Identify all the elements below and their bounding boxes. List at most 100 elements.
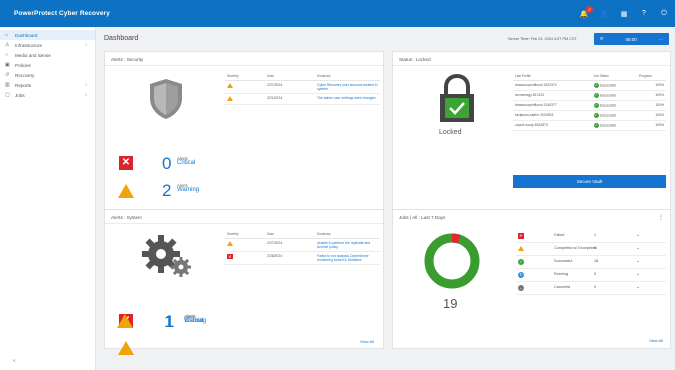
help-icon[interactable]: ?	[639, 10, 649, 17]
sidebar-item-dashboard[interactable]: ⌂ Dashboard	[0, 30, 95, 40]
table-row[interactable]: recoveragy 817423 ✓ Successful 100%	[513, 90, 666, 101]
collapse-sidebar-icon[interactable]: «	[13, 358, 16, 364]
running-icon: ↻	[518, 272, 524, 278]
sidebar-item-label: Recovery	[15, 72, 35, 78]
power-icon[interactable]: ⏻	[659, 10, 669, 18]
chevron-down-icon[interactable]: ⌄	[636, 232, 640, 238]
warning-icon	[518, 246, 524, 252]
jobs-donut-chart	[424, 233, 480, 289]
warning-count[interactable]: 2	[162, 181, 171, 201]
profile-name: drassuuoprofilzuol 1922374	[513, 80, 592, 91]
status-jobs-table: Last Profile Job Status Progress drassuuop…	[513, 72, 666, 131]
sidebar-item-policies[interactable]: ▣ Policies	[0, 60, 95, 70]
alerts-badge: 2	[586, 5, 593, 13]
shield-icon	[150, 79, 182, 119]
column-header[interactable]: Last Profile	[513, 72, 592, 81]
recovery-icon: ↺	[5, 72, 10, 78]
top-bar: PowerProtect Cyber Recovery 🔔 2 👤 ▦ ? ⏻	[0, 0, 675, 27]
job-progress: 100%	[637, 80, 666, 91]
job-status-count: 0	[594, 246, 597, 250]
table-row[interactable]: drassuuoprofilzuol 1240377 ✓ Successful 100…	[513, 100, 666, 111]
secure-vault-button[interactable]: Secure Vault	[513, 175, 666, 188]
chevron-right-icon: ›	[85, 42, 87, 48]
table-row[interactable]: 2/27/2024 Cyber Recovery user account cre…	[225, 80, 380, 94]
system-warning-label: Alerts Warning	[184, 314, 207, 324]
more-icon[interactable]: ···	[658, 37, 663, 42]
job-status-name: Canceled	[554, 285, 571, 289]
critical-icon: ✕	[518, 233, 524, 239]
system-alerts-table: Severity Date Summary 2/27/2024 Unable to p…	[225, 230, 380, 265]
sidebar-item-recovery[interactable]: ↺ Recovery	[0, 70, 95, 80]
alert-summary-link[interactable]: Cyber Recovery user account created in s…	[315, 80, 380, 94]
table-row[interactable]: 2/21/2024 The admin user settings were ch…	[225, 93, 380, 105]
table-row[interactable]: copurt-sooty 8332873 ✓ Successful 100%	[513, 120, 666, 131]
table-row[interactable]: keutpous-ealrivr 2024903 ✓ Successful 100%	[513, 110, 666, 121]
jobs-card: Jobs | All : Last 7 Days ⋮ 19 ✕ Failed 1 ⌄ C…	[392, 209, 671, 349]
card-title: Jobs | All : Last 7 Days	[399, 215, 446, 220]
chevron-down-icon[interactable]: ⌄	[636, 271, 640, 277]
job-status-name: Successful	[554, 259, 573, 263]
alert-summary-link[interactable]: The admin user settings were changed	[315, 93, 380, 105]
card-title: Alerts : System	[111, 215, 142, 220]
warning-icon	[227, 240, 233, 246]
alerts-system-card: Alerts : System ✕ 1 Alerts Critical Seve…	[104, 209, 384, 355]
card-menu-icon[interactable]: ⋮	[658, 214, 664, 221]
success-icon: ✓	[593, 112, 599, 118]
time-value: 08:00	[625, 36, 637, 42]
sidebar-item-label: Policies	[15, 62, 31, 68]
sidebar-item-media-and-sense[interactable]: ○ Media and Sense	[0, 50, 95, 60]
chevron-down-icon[interactable]: ⌄	[636, 245, 640, 251]
job-status-count: 0	[594, 285, 597, 289]
donut-success-segment[interactable]	[424, 233, 480, 289]
card-title: Alerts : Security	[111, 57, 144, 62]
table-row[interactable]: 2/27/2024 Unable to perform the replicate…	[225, 238, 380, 252]
alerts-icon[interactable]: 🔔 2	[579, 5, 593, 18]
column-header[interactable]: Date	[265, 72, 315, 81]
jobs-status-row[interactable]: ↻ Running 0 ⌄	[516, 269, 666, 282]
view-all-link[interactable]: View All	[649, 338, 663, 343]
jobs-status-row[interactable]: Completed w/ Exceptions 0 ⌄	[516, 243, 666, 256]
chevron-down-icon[interactable]: ⌄	[636, 284, 640, 290]
critical-count[interactable]: 0	[162, 154, 171, 174]
column-header[interactable]: Severity	[225, 72, 265, 81]
table-row[interactable]: ✕ 2/26/2024 Failed to run analysis CyberSe…	[225, 251, 380, 265]
column-header[interactable]: Summary	[315, 230, 380, 239]
sidebar-item-label: Jobs	[15, 92, 25, 98]
warning-icon	[118, 341, 134, 355]
chevron-down-icon[interactable]: ⌄	[636, 258, 640, 264]
app-title: PowerProtect Cyber Recovery	[14, 10, 110, 17]
grid-icon[interactable]: ▦	[619, 10, 629, 18]
alert-summary-link[interactable]: Failed to run analysis CyberSense monito…	[315, 251, 380, 265]
media-icon: ○	[5, 52, 9, 58]
time-selector[interactable]: ⟳ 08:00 ···	[594, 33, 669, 45]
alert-date: 2/27/2024	[265, 80, 315, 94]
infrastructure-icon: ⚠	[5, 42, 10, 48]
column-header[interactable]: Progress	[637, 72, 666, 81]
column-header[interactable]: Summary	[315, 72, 380, 81]
column-header[interactable]: Job Status	[591, 72, 638, 81]
sidebar-item-label: Dashboard	[15, 32, 38, 38]
sidebar: ⌂ Dashboard ⚠ Infrastructure › ○ Media and Sen…	[0, 27, 96, 370]
critical-label: Alerts Critical	[177, 156, 196, 166]
success-icon: ✓	[593, 102, 599, 108]
sidebar-item-reports[interactable]: ▥ Reports ›	[0, 80, 95, 90]
warning-icon	[227, 82, 233, 88]
job-status: Successful	[599, 122, 617, 127]
alert-summary-link[interactable]: Unable to perform the replicate and Arch…	[315, 238, 380, 252]
table-row[interactable]: drassuuoprofilzuol 1922374 ✓ Successful 100…	[513, 80, 666, 91]
sidebar-item-infrastructure[interactable]: ⚠ Infrastructure ›	[0, 40, 95, 50]
warning-label: Alerts Warning	[177, 183, 200, 193]
jobs-status-row[interactable]: – Canceled 0 ⌄	[516, 282, 666, 295]
system-warning-count[interactable]: 1	[164, 312, 173, 332]
jobs-status-row[interactable]: ✕ Failed 1 ⌄	[516, 230, 666, 243]
sidebar-item-jobs[interactable]: ▢ Jobs ›	[0, 90, 95, 100]
success-icon: ✓	[593, 122, 599, 128]
jobs-total: 19	[443, 296, 458, 311]
view-all-link[interactable]: View All	[360, 339, 374, 344]
card-title: Status : Locked	[399, 57, 431, 62]
jobs-status-row[interactable]: ✓ Successful 18 ⌄	[516, 256, 666, 269]
job-status-name: Running	[554, 272, 569, 276]
column-header[interactable]: Severity	[225, 230, 265, 239]
column-header[interactable]: Date	[265, 230, 315, 239]
user-icon[interactable]: 👤	[599, 10, 609, 18]
